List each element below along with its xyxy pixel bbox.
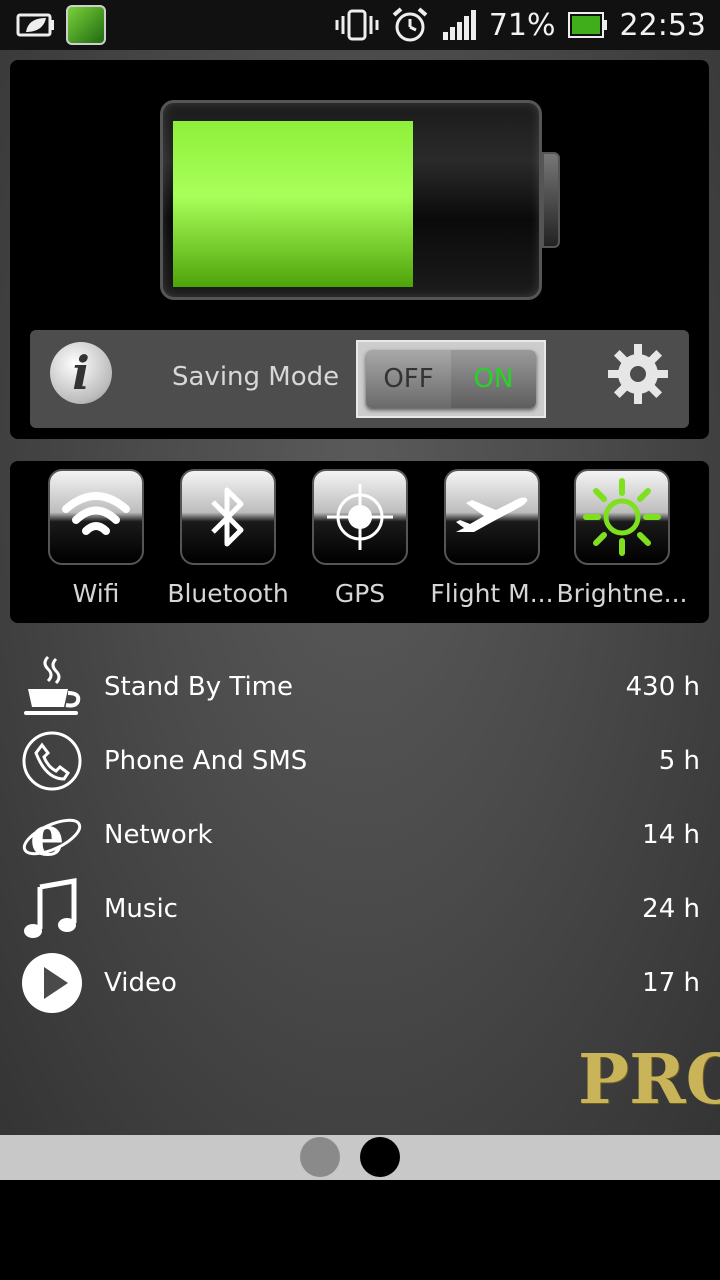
- stat-row-standby[interactable]: Stand By Time 430 h: [0, 650, 720, 724]
- battery-panel: i Saving Mode OFF ON: [10, 60, 709, 439]
- toggle-label: Bluetooth: [167, 579, 289, 608]
- status-bar: 71% 22:53: [0, 0, 720, 50]
- stat-label: Video: [104, 968, 177, 998]
- stat-label: Network: [104, 820, 213, 850]
- toggle-brightness[interactable]: Brightne...: [556, 469, 688, 608]
- toggle-bluetooth[interactable]: Bluetooth: [162, 469, 294, 608]
- phone-icon: [22, 731, 82, 791]
- brightness-icon: [583, 478, 661, 556]
- battery-tip: [542, 152, 560, 248]
- saving-mode-toggle[interactable]: OFF ON: [356, 340, 546, 418]
- gps-icon: [327, 484, 393, 550]
- toggle-off-label: OFF: [366, 350, 451, 408]
- quick-toggles-panel: Wifi Bluetooth GPS Flight M... Brightne.…: [10, 461, 709, 623]
- airplane-icon: [456, 497, 528, 532]
- clock: 22:53: [619, 7, 706, 43]
- toggle-flight-mode[interactable]: Flight M...: [426, 469, 558, 608]
- page-dot-2[interactable]: [360, 1137, 400, 1177]
- battery-icon: [567, 12, 607, 38]
- toggle-gps[interactable]: GPS: [294, 469, 426, 608]
- toggle-on-label: ON: [451, 350, 536, 408]
- toggle-wifi[interactable]: Wifi: [30, 469, 162, 608]
- stat-value: 5 h: [658, 746, 700, 776]
- stat-label: Phone And SMS: [104, 746, 308, 776]
- page-indicator: [0, 1135, 720, 1180]
- toggle-label: Brightne...: [556, 579, 688, 608]
- stat-row-video[interactable]: Video 17 h: [0, 946, 720, 1020]
- screen: 71% 22:53 i Saving Mode OFF ON Wifi Blue…: [0, 0, 720, 1180]
- stat-label: Music: [104, 894, 178, 924]
- battery-percent: 71%: [488, 7, 556, 43]
- bluetooth-icon: [211, 487, 244, 547]
- saving-mode-bar: i Saving Mode OFF ON: [30, 330, 689, 428]
- gear-icon[interactable]: [606, 342, 670, 406]
- music-note-icon: [24, 878, 77, 938]
- app-icon: [66, 5, 106, 45]
- toggle-label: Flight M...: [430, 579, 554, 608]
- stat-row-network[interactable]: e Network 14 h: [0, 798, 720, 872]
- wifi-icon: [62, 492, 130, 535]
- stat-value: 24 h: [642, 894, 700, 924]
- coffee-cup-icon: [24, 655, 81, 715]
- battery-graphic: [160, 100, 542, 300]
- stat-row-music[interactable]: Music 24 h: [0, 872, 720, 946]
- vibrate-icon: [335, 9, 379, 41]
- toggle-label: GPS: [334, 579, 386, 608]
- battery-level-fill: [173, 121, 413, 287]
- info-icon[interactable]: i: [50, 342, 112, 404]
- page-dot-1[interactable]: [300, 1137, 340, 1177]
- svg-text:e: e: [30, 804, 64, 867]
- stat-value: 17 h: [642, 968, 700, 998]
- pro-badge: PRO: [578, 1040, 720, 1120]
- stat-value: 14 h: [642, 820, 700, 850]
- alarm-icon: [392, 7, 428, 42]
- battery-saver-icon: [16, 13, 54, 37]
- stat-value: 430 h: [625, 672, 700, 702]
- toggle-label: Wifi: [72, 579, 120, 608]
- stat-label: Stand By Time: [104, 672, 293, 702]
- stat-row-phone[interactable]: Phone And SMS 5 h: [0, 724, 720, 798]
- browser-icon: e: [22, 804, 82, 867]
- play-icon: [22, 953, 82, 1013]
- saving-mode-label: Saving Mode: [172, 362, 340, 392]
- signal-icon: [442, 10, 476, 40]
